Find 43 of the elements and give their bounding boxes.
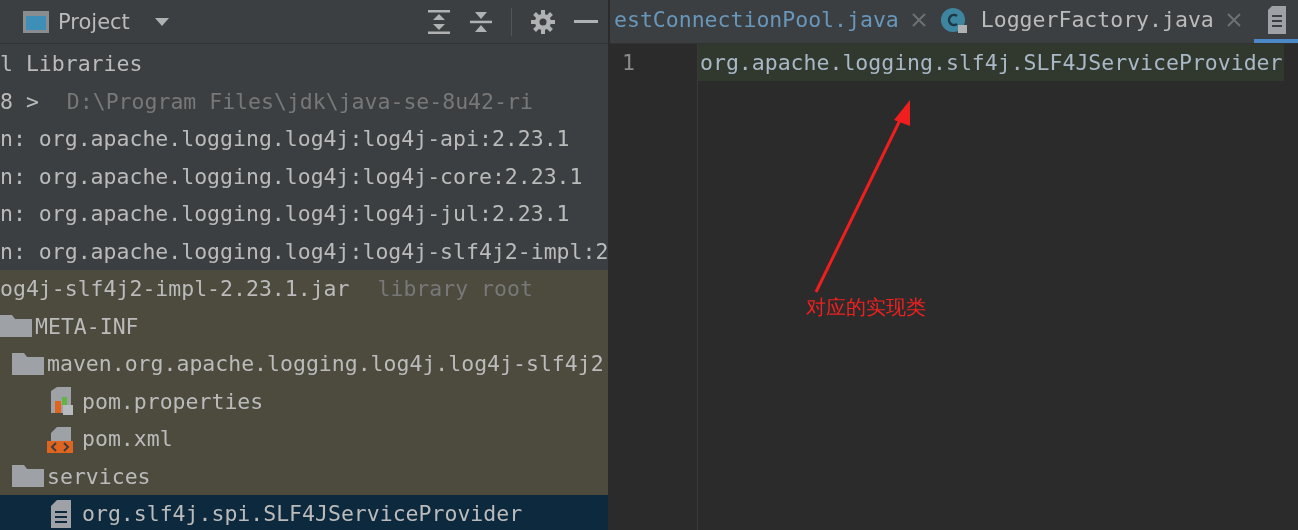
tree-item-label: META-INF	[35, 313, 139, 339]
window-icon	[22, 9, 50, 34]
minimize-icon[interactable]	[574, 19, 598, 24]
panel-title[interactable]: Project	[58, 9, 130, 34]
tree-row[interactable]: n: org.apache.logging.log4j:log4j-jul:2.23.1	[0, 195, 608, 233]
tree-row[interactable]: pom.properties	[0, 382, 608, 420]
tree-item-label: n: org.apache.logging.log4j:log4j-core:2.23.1	[0, 163, 583, 189]
tree-item-hint: D:\Program Files\jdk\java-se-8u42-ri	[66, 88, 533, 114]
tree-row[interactable]: l Libraries	[0, 45, 608, 83]
tree-item-label: n: org.apache.logging.log4j:log4j-jul:2.23.1	[0, 201, 570, 227]
tree-item-label: services	[47, 463, 151, 489]
tree-row[interactable]: maven.org.apache.logging.log4j.log4j-slf4j2	[0, 345, 608, 383]
tree-row[interactable]: og4j-slf4j2-impl-2.23.1.jar library root	[0, 270, 608, 308]
tree-item-label: org.slf4j.spi.SLF4JServiceProvider	[82, 501, 523, 527]
tree-row[interactable]: n: org.apache.logging.log4j:log4j-core:2.23.1	[0, 157, 608, 195]
tree-row[interactable]: pom.xml	[0, 420, 608, 458]
tree-item-label: n: org.apache.logging.log4j:log4j-api:2.23.1	[0, 126, 570, 152]
tree-item-label: og4j-slf4j2-impl-2.23.1.jar	[0, 276, 350, 302]
annotation-label: 对应的实现类	[806, 294, 926, 321]
editor-tab[interactable]: estConnectionPool.java	[610, 0, 939, 43]
tree-row[interactable]: org.slf4j.spi.SLF4JServiceProvider	[0, 495, 608, 530]
folder-icon	[12, 465, 44, 488]
tree-row[interactable]: 8 > D:\Program Files\jdk\java-se-8u42-ri	[0, 82, 608, 120]
settings-icon[interactable]	[530, 8, 556, 35]
tree-row[interactable]: n: org.apache.logging.log4j:log4j-slf4j2-impl:2	[0, 232, 608, 270]
dropdown-caret-icon[interactable]	[153, 16, 170, 27]
folder-icon	[12, 352, 44, 375]
tab-label: LoggerFactory.java	[980, 7, 1214, 32]
tree-row[interactable]: services	[0, 457, 608, 495]
tree-item-label: pom.xml	[82, 426, 173, 452]
tree-item-label: pom.properties	[82, 388, 264, 414]
tree-row[interactable]: META-INF	[0, 307, 608, 345]
editor-tab[interactable]: LoggerFactory.java	[938, 0, 1254, 43]
tree-item-label: n: org.apache.logging.log4j:log4j-slf4j2-impl:2	[0, 238, 608, 264]
tree-item-label: maven.org.apache.logging.log4j.log4j-slf4j2	[47, 351, 604, 377]
line-number: 1	[610, 44, 698, 530]
tree-item-label: l Libraries	[0, 51, 143, 77]
tab-label: estConnectionPool.java	[614, 7, 899, 32]
tree-item-label: 8 >	[0, 88, 39, 114]
tree-row[interactable]: n: org.apache.logging.log4j:log4j-api:2.23.1	[0, 120, 608, 158]
expand-all-icon[interactable]	[427, 8, 451, 35]
tree-item-hint: library root	[377, 276, 533, 302]
folder-icon	[0, 315, 32, 338]
